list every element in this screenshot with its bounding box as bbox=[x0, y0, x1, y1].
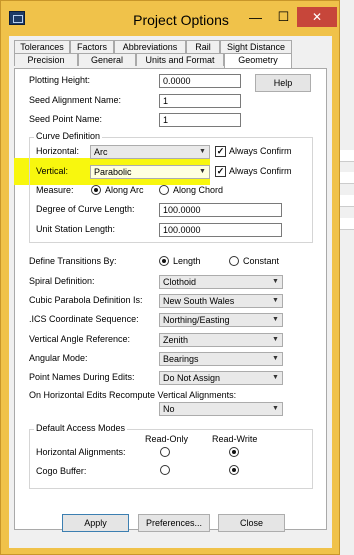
background-app bbox=[338, 0, 354, 555]
measure-label: Measure: bbox=[36, 185, 74, 195]
tab-precision[interactable]: Precision bbox=[14, 53, 78, 66]
plotting-height-label: Plotting Height: bbox=[29, 75, 91, 85]
close-button[interactable]: Close bbox=[218, 514, 285, 532]
vertical-angle-value: Zenith bbox=[163, 335, 189, 345]
cubic-parabola-value: New South Wales bbox=[163, 296, 235, 306]
cubic-parabola-select[interactable]: New South Wales ▼ bbox=[159, 294, 283, 308]
transitions-length-label: Length bbox=[173, 256, 201, 266]
vertical-angle-label: Vertical Angle Reference: bbox=[29, 334, 131, 344]
cogo-read-write-radio[interactable] bbox=[229, 465, 239, 475]
app-icon bbox=[9, 11, 25, 25]
vertical-always-confirm-label: Always Confirm bbox=[229, 166, 292, 176]
title-bar[interactable]: Project Options — ☐ ✕ bbox=[1, 1, 339, 35]
access-modes-legend: Default Access Modes bbox=[34, 423, 128, 433]
chevron-down-icon: ▼ bbox=[272, 316, 279, 323]
horizontal-always-confirm-label: Always Confirm bbox=[229, 146, 292, 156]
spiral-definition-label: Spiral Definition: bbox=[29, 276, 95, 286]
angular-mode-value: Bearings bbox=[163, 354, 199, 364]
chevron-down-icon: ▼ bbox=[272, 297, 279, 304]
vertical-always-confirm-checkbox[interactable]: ✓ bbox=[215, 166, 226, 177]
transitions-constant-label: Constant bbox=[243, 256, 280, 266]
horizontal-select-value: Arc bbox=[94, 147, 108, 157]
tab-geometry[interactable]: Geometry bbox=[224, 53, 292, 68]
horizontal-read-only-radio[interactable] bbox=[160, 447, 170, 457]
cogo-buffer-label: Cogo Buffer: bbox=[36, 466, 87, 476]
seed-point-input[interactable]: 1 bbox=[159, 113, 241, 127]
degree-of-curve-label: Degree of Curve Length: bbox=[36, 204, 135, 214]
angular-mode-label: Angular Mode: bbox=[29, 353, 88, 363]
tab-abbreviations[interactable]: Abbreviations bbox=[114, 40, 186, 53]
along-chord-label: Along Chord bbox=[173, 185, 224, 195]
ics-coordinate-value: Northing/Easting bbox=[163, 315, 230, 325]
ics-coordinate-select[interactable]: Northing/Easting ▼ bbox=[159, 313, 283, 327]
horizontal-always-confirm-checkbox[interactable]: ✓ bbox=[215, 146, 226, 157]
chevron-down-icon: ▼ bbox=[199, 168, 206, 175]
help-button[interactable]: Help bbox=[255, 74, 311, 92]
along-arc-radio[interactable] bbox=[91, 185, 101, 195]
preferences-button[interactable]: Preferences... bbox=[138, 514, 210, 532]
recompute-value: No bbox=[163, 404, 175, 414]
tab-factors[interactable]: Factors bbox=[70, 40, 114, 53]
seed-alignment-input[interactable]: 1 bbox=[159, 94, 241, 108]
chevron-down-icon: ▼ bbox=[272, 278, 279, 285]
seed-point-label: Seed Point Name: bbox=[29, 114, 103, 124]
horizontal-label: Horizontal: bbox=[36, 146, 80, 156]
tab-sight-distance[interactable]: Sight Distance bbox=[220, 40, 292, 53]
apply-button[interactable]: Apply bbox=[62, 514, 129, 532]
spiral-definition-value: Clothoid bbox=[163, 277, 197, 287]
point-names-label: Point Names During Edits: bbox=[29, 372, 135, 382]
cogo-read-only-radio[interactable] bbox=[160, 465, 170, 475]
recompute-select[interactable]: No ▼ bbox=[159, 402, 283, 416]
tab-rail[interactable]: Rail bbox=[186, 40, 220, 53]
vertical-select-value: Parabolic bbox=[94, 167, 132, 177]
point-names-value: Do Not Assign bbox=[163, 373, 221, 383]
horizontal-read-write-radio[interactable] bbox=[229, 447, 239, 457]
angular-mode-select[interactable]: Bearings ▼ bbox=[159, 352, 283, 366]
degree-of-curve-input[interactable]: 100.0000 bbox=[159, 203, 282, 217]
along-arc-label: Along Arc bbox=[105, 185, 144, 195]
seed-alignment-label: Seed Alignment Name: bbox=[29, 95, 122, 105]
chevron-down-icon: ▼ bbox=[272, 374, 279, 381]
define-transitions-label: Define Transitions By: bbox=[29, 256, 117, 266]
vertical-label: Vertical: bbox=[36, 166, 69, 176]
read-write-header: Read-Write bbox=[212, 434, 258, 444]
curve-definition-legend: Curve Definition bbox=[34, 131, 103, 141]
vertical-angle-select[interactable]: Zenith ▼ bbox=[159, 333, 283, 347]
cubic-parabola-label: Cubic Parabola Definition Is: bbox=[29, 295, 143, 305]
transitions-length-radio[interactable] bbox=[159, 256, 169, 266]
tab-tolerances[interactable]: Tolerances bbox=[14, 40, 70, 53]
tab-row-1: Tolerances Factors Abbreviations Rail Si… bbox=[14, 40, 292, 53]
chevron-down-icon: ▼ bbox=[272, 405, 279, 412]
spiral-definition-select[interactable]: Clothoid ▼ bbox=[159, 275, 283, 289]
transitions-constant-radio[interactable] bbox=[229, 256, 239, 266]
close-window-button[interactable]: ✕ bbox=[297, 7, 337, 27]
read-only-header: Read-Only bbox=[145, 434, 189, 444]
vertical-select[interactable]: Parabolic ▼ bbox=[90, 165, 210, 179]
chevron-down-icon: ▼ bbox=[272, 355, 279, 362]
chevron-down-icon: ▼ bbox=[272, 336, 279, 343]
point-names-select[interactable]: Do Not Assign ▼ bbox=[159, 371, 283, 385]
horizontal-alignments-label: Horizontal Alignments: bbox=[36, 447, 126, 457]
horizontal-select[interactable]: Arc ▼ bbox=[90, 145, 210, 159]
project-options-dialog: Project Options — ☐ ✕ Tolerances Factors… bbox=[0, 0, 340, 555]
unit-station-label: Unit Station Length: bbox=[36, 224, 116, 234]
chevron-down-icon: ▼ bbox=[199, 148, 206, 155]
unit-station-input[interactable]: 100.0000 bbox=[159, 223, 282, 237]
along-chord-radio[interactable] bbox=[159, 185, 169, 195]
recompute-label: On Horizontal Edits Recompute Vertical A… bbox=[29, 390, 237, 400]
ics-coordinate-label: .ICS Coordinate Sequence: bbox=[29, 314, 139, 324]
tab-units-and-format[interactable]: Units and Format bbox=[136, 53, 224, 66]
window-title: Project Options bbox=[133, 12, 229, 28]
tab-general[interactable]: General bbox=[78, 53, 136, 66]
minimize-button[interactable]: — bbox=[242, 7, 269, 27]
tab-row-2: Precision General Units and Format Geome… bbox=[14, 53, 292, 68]
plotting-height-input[interactable]: 0.0000 bbox=[159, 74, 241, 88]
maximize-button[interactable]: ☐ bbox=[270, 7, 297, 27]
